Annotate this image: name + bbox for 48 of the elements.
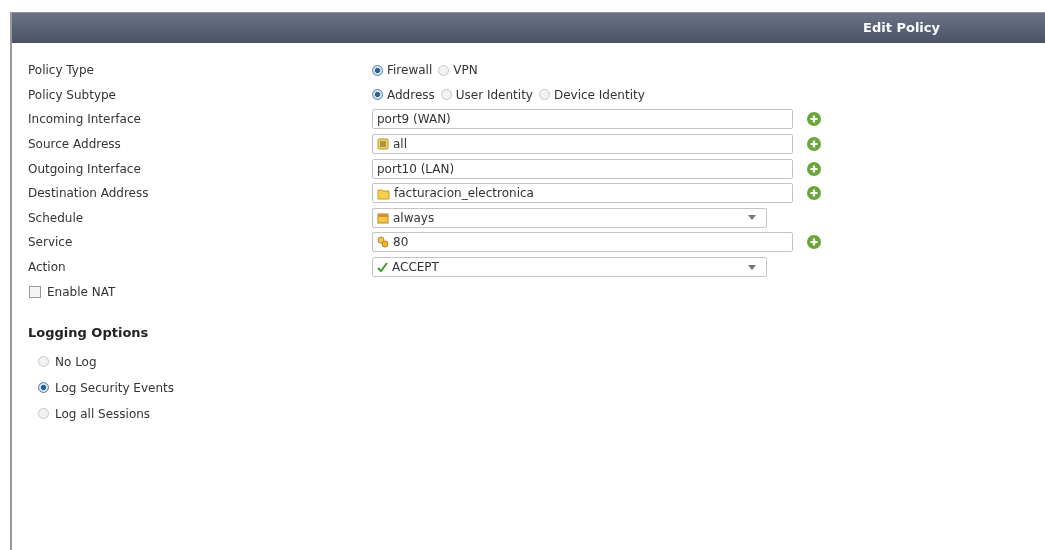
folder-icon [377,186,390,200]
section-title: Logging Options [28,324,150,343]
checkbox[interactable] [29,286,41,299]
window-title: Edit Policy [863,19,940,38]
service-icon [377,236,389,249]
radio-label: User Identity [455,86,533,104]
field-label: Policy Type [28,62,95,80]
add-button[interactable] [807,112,821,127]
radio-label: Log Security Events [55,379,174,397]
field-label: Outgoing Interface [28,160,142,178]
dropdown[interactable]: always [372,207,767,228]
check-icon [377,261,388,273]
input-field[interactable]: 80 [372,232,793,253]
radio-button[interactable] [440,89,452,101]
radio-label: VPN [453,62,478,80]
caret-icon [748,215,756,221]
radio-label: Log all Sessions [55,405,151,423]
add-button[interactable] [807,161,821,176]
field-label: Policy Subtype [28,86,117,104]
input-field[interactable]: port10 (LAN) [372,158,793,179]
caret-icon [748,264,756,270]
add-button[interactable] [807,137,821,152]
field-label: Incoming Interface [28,111,142,129]
radio-button[interactable] [438,64,450,76]
add-button[interactable] [807,186,821,201]
field-label: Destination Address [28,185,150,203]
input-field[interactable]: port9 (WAN) [372,109,793,130]
radio-button[interactable] [538,89,550,101]
dropdown[interactable]: ACCEPT [372,257,767,278]
radio-button[interactable] [372,64,383,76]
field-label: Service [28,234,74,252]
radio-label: No Log [55,353,97,371]
field-label: Action [28,259,67,277]
input-field[interactable]: all [372,134,793,155]
checkbox-label: Enable NAT [47,284,116,302]
radio-button[interactable] [372,89,383,101]
input-field[interactable]: facturacion_electronica [372,183,793,204]
radio-label: Device Identity [553,86,645,104]
calendar-icon [377,211,389,224]
add-button[interactable] [807,235,821,250]
field-label: Source Address [28,136,122,154]
address-icon [377,138,389,151]
radio-label: Address [387,86,435,104]
radio-button[interactable] [38,382,49,394]
radio-button[interactable] [38,408,49,420]
radio-label: Firewall [387,62,433,80]
field-label: Schedule [28,209,85,227]
radio-button[interactable] [38,356,49,368]
